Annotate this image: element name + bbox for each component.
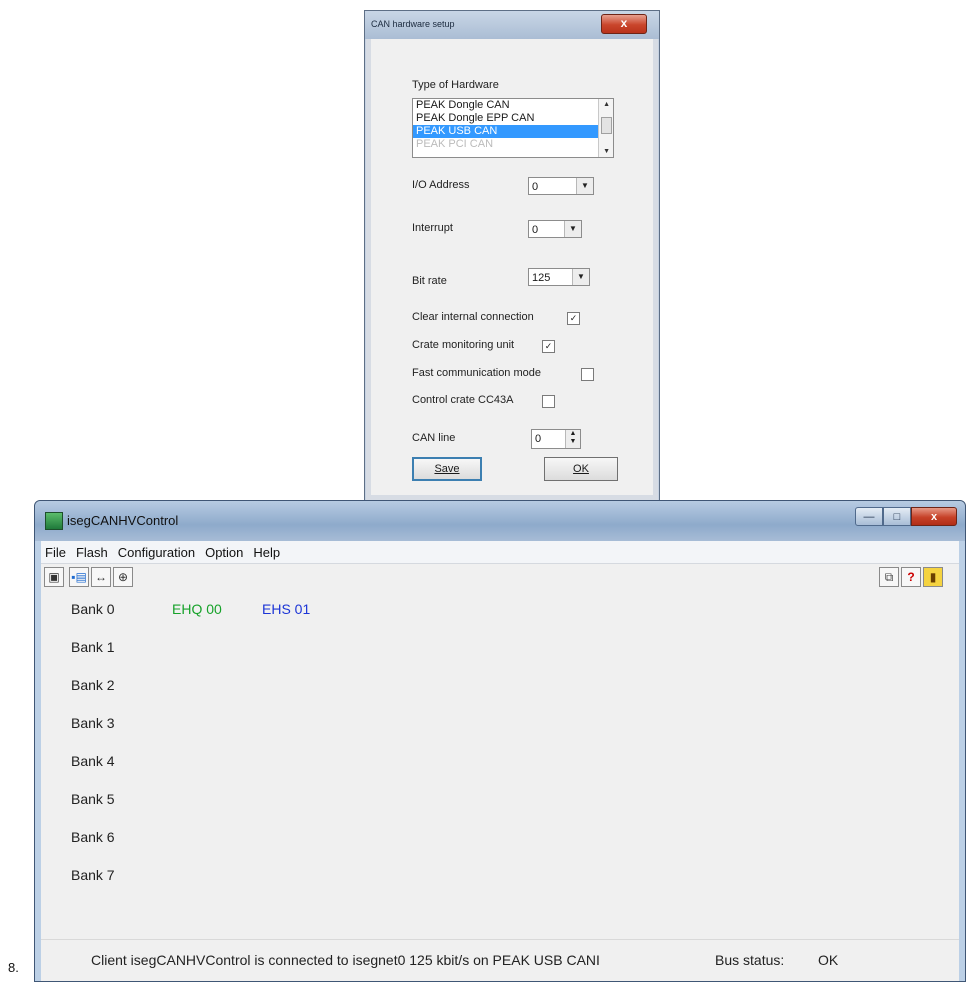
hardware-list-item[interactable]: PEAK Dongle EPP CAN	[413, 112, 613, 125]
chevron-down-icon[interactable]: ▼	[572, 269, 589, 285]
bank-label: Bank 2	[71, 677, 115, 693]
bank-label: Bank 4	[71, 753, 115, 769]
scroll-thumb[interactable]	[601, 117, 612, 134]
bank-list: Bank 0 EHQ 00 EHS 01 Bank 1 Bank 2 Bank …	[41, 591, 959, 901]
bank-label: Bank 1	[71, 639, 115, 655]
option-crate-monitoring-label: Crate monitoring unit	[412, 339, 515, 351]
network-icon[interactable]: ▪▤	[69, 567, 89, 587]
bus-status-value: OK	[818, 952, 839, 968]
bank-row-3: Bank 3	[41, 705, 959, 743]
can-line-value: 0	[535, 433, 542, 445]
option-control-crate-label: Control crate CC43A	[412, 394, 514, 406]
module-ehq-00[interactable]: EHQ 00	[172, 601, 222, 617]
dialog-close-button[interactable]: x	[601, 14, 647, 34]
main-window: isegCANHVControl — □ x File Flash Config…	[34, 500, 966, 982]
bank-row-7: Bank 7	[41, 857, 959, 895]
bank-label: Bank 0	[71, 601, 115, 617]
interrupt-value: 0	[532, 224, 539, 236]
can-line-label: CAN line	[412, 432, 456, 444]
bank-label: Bank 3	[71, 715, 115, 731]
window-title: isegCANHVControl	[67, 513, 179, 528]
caption-buttons: — □ x	[855, 507, 957, 527]
bank-row-1: Bank 1	[41, 629, 959, 667]
hardware-list-item[interactable]: PEAK Dongle CAN	[413, 99, 613, 112]
bank-label: Bank 6	[71, 829, 115, 845]
bank-row-0: Bank 0 EHQ 00 EHS 01	[41, 591, 959, 629]
interrupt-label: Interrupt	[412, 222, 453, 234]
toolbar: ▣ ▪▤ ↔ ⊕ ⧉ ? ▮	[41, 564, 959, 591]
window-title-bar[interactable]: isegCANHVControl — □ x	[35, 501, 965, 541]
io-address-select[interactable]: 0 ▼	[528, 177, 594, 195]
chevron-down-icon[interactable]: ▼	[576, 178, 593, 194]
io-address-label: I/O Address	[412, 179, 470, 191]
menu-help[interactable]: Help	[248, 545, 285, 560]
option-control-crate-checkbox[interactable]	[542, 395, 555, 408]
save-button-label: Save	[434, 463, 460, 475]
option-clear-internal-connection-checkbox[interactable]: ✓	[567, 312, 580, 325]
bank-label: Bank 7	[71, 867, 115, 883]
dialog-title: CAN hardware setup	[371, 19, 455, 29]
menu-configuration[interactable]: Configuration	[113, 545, 200, 560]
maximize-button[interactable]: □	[883, 507, 911, 526]
io-address-value: 0	[532, 181, 539, 193]
bank-label: Bank 5	[71, 791, 115, 807]
settings-icon[interactable]: ⊕	[113, 567, 133, 587]
menu-file[interactable]: File	[41, 545, 71, 560]
hardware-list-item-selected[interactable]: PEAK USB CAN	[413, 125, 613, 138]
bus-status-label: Bus status:	[715, 952, 785, 968]
option-fast-communication-label: Fast communication mode	[412, 367, 541, 379]
menu-bar: File Flash Configuration Option Help	[41, 541, 959, 564]
scroll-up-icon[interactable]: ▲	[603, 101, 610, 108]
scroll-down-icon[interactable]: ▼	[603, 148, 610, 155]
dialog-body: Type of Hardware PEAK Dongle CAN PEAK Do…	[371, 39, 653, 495]
bank-row-5: Bank 5	[41, 781, 959, 819]
close-button[interactable]: x	[911, 507, 957, 526]
option-fast-communication-checkbox[interactable]	[581, 368, 594, 381]
bitrate-label: Bit rate	[412, 275, 447, 287]
menu-option[interactable]: Option	[200, 545, 248, 560]
menu-flash[interactable]: Flash	[71, 545, 113, 560]
app-icon	[45, 512, 63, 530]
bank-row-2: Bank 2	[41, 667, 959, 705]
bitrate-value: 125	[532, 272, 551, 284]
module-ehs-01[interactable]: EHS 01	[262, 601, 310, 617]
interrupt-select[interactable]: 0 ▼	[528, 220, 582, 238]
bank-row-6: Bank 6	[41, 819, 959, 857]
hardware-type-label: Type of Hardware	[412, 79, 499, 91]
bank-row-4: Bank 4	[41, 743, 959, 781]
can-line-spinner[interactable]: 0 ▲ ▼	[531, 429, 581, 449]
exit-door-icon[interactable]: ▮	[923, 567, 943, 587]
hardware-list-item[interactable]: PEAK PCI CAN	[413, 138, 613, 151]
ok-button[interactable]: OK	[544, 457, 618, 481]
save-button[interactable]: Save	[412, 457, 482, 481]
help-icon[interactable]: ?	[901, 567, 921, 587]
ok-button-label: OK	[573, 463, 589, 475]
connect-icon[interactable]: ▣	[44, 567, 64, 587]
chevron-down-icon[interactable]: ▼	[564, 221, 581, 237]
connection-status-text: Client isegCANHVControl is connected to …	[91, 952, 600, 968]
option-clear-internal-connection-label: Clear internal connection	[412, 311, 534, 323]
spinner-arrows-icon[interactable]: ▲ ▼	[565, 430, 580, 448]
window-client-area: File Flash Configuration Option Help ▣ ▪…	[41, 541, 959, 981]
status-bar: Client isegCANHVControl is connected to …	[41, 939, 959, 980]
bitrate-select[interactable]: 125 ▼	[528, 268, 590, 286]
figure-number: 8.	[8, 960, 19, 975]
can-hardware-setup-dialog: CAN hardware setup x Type of Hardware PE…	[364, 10, 660, 502]
copy-icon[interactable]: ⧉	[879, 567, 899, 587]
hardware-list-scrollbar[interactable]: ▲ ▼	[598, 99, 613, 157]
hardware-type-listbox[interactable]: PEAK Dongle CAN PEAK Dongle EPP CAN PEAK…	[412, 98, 614, 158]
arrows-icon[interactable]: ↔	[91, 567, 111, 587]
option-crate-monitoring-checkbox[interactable]: ✓	[542, 340, 555, 353]
dialog-title-bar[interactable]: CAN hardware setup x	[365, 11, 659, 39]
minimize-button[interactable]: —	[855, 507, 883, 526]
